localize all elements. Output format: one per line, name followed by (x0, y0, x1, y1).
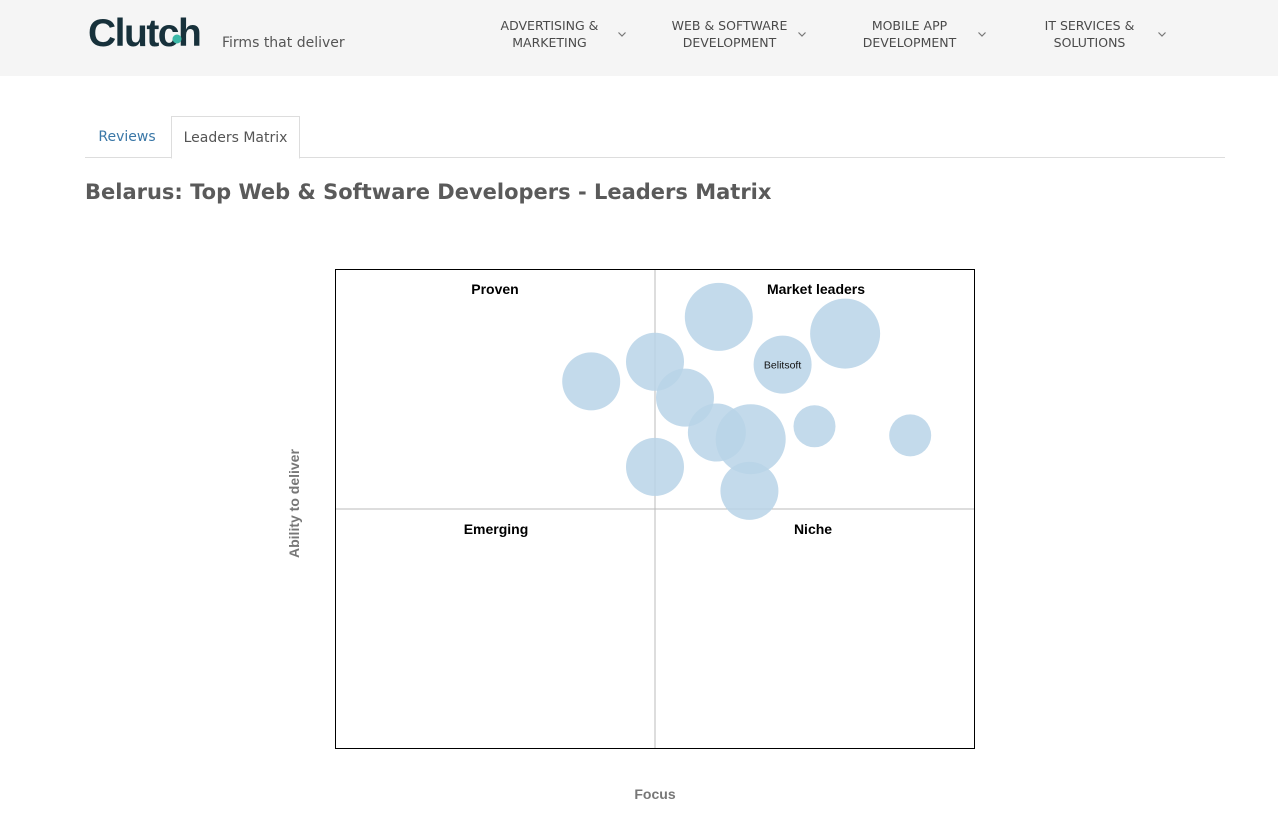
chevron-down-icon (978, 32, 986, 37)
nav-it-services-solutions[interactable]: IT SERVICES & SOLUTIONS (1027, 16, 1168, 52)
site-header: Clutch Firms that deliver ADVERTISING & M… (0, 0, 1278, 76)
page-title: Belarus: Top Web & Software Developers -… (85, 180, 772, 204)
company-bubble[interactable] (562, 352, 621, 411)
tab-reviews[interactable]: Reviews (85, 116, 169, 158)
leaders-matrix-chart: Proven Market leaders Emerging Niche Bel… (335, 269, 975, 749)
company-bubble[interactable] (810, 298, 881, 369)
matrix-plot: Proven Market leaders Emerging Niche Bel… (336, 270, 974, 748)
company-bubble[interactable] (889, 414, 932, 457)
clutch-logo[interactable]: Clutch Firms that deliver (88, 10, 345, 54)
tab-leaders-matrix[interactable]: Leaders Matrix (171, 116, 300, 159)
quadrant-label-proven: Proven (471, 281, 518, 297)
chevron-down-icon (1158, 32, 1166, 37)
nav-label: ADVERTISING & MARKETING (500, 18, 599, 50)
quadrant-label-niche: Niche (794, 521, 832, 537)
company-bubble[interactable] (720, 461, 779, 520)
bubble-layer: Belitsoft (562, 282, 932, 520)
company-bubble-label: Belitsoft (764, 360, 801, 372)
chevron-down-icon (798, 32, 806, 37)
y-axis-label: Ability to deliver (286, 449, 302, 558)
company-bubble[interactable] (793, 405, 836, 448)
nav-label: IT SERVICES & SOLUTIONS (1044, 18, 1135, 50)
nav-mobile-app-development[interactable]: MOBILE APP DEVELOPMENT (847, 16, 988, 52)
quadrant-label-market-leaders: Market leaders (767, 281, 865, 297)
nav-advertising-marketing[interactable]: ADVERTISING & MARKETING (487, 16, 628, 52)
quadrant-label-emerging: Emerging (464, 521, 529, 537)
logo-tagline: Firms that deliver (222, 35, 345, 51)
nav-web-software-development[interactable]: WEB & SOFTWARE DEVELOPMENT (667, 16, 808, 52)
company-bubble[interactable] (626, 437, 684, 496)
chevron-down-icon (618, 32, 626, 37)
nav-label: WEB & SOFTWARE DEVELOPMENT (671, 18, 788, 50)
profile-tabs: Reviews Leaders Matrix (85, 116, 1225, 159)
logo-wordmark: Clutch (88, 12, 200, 54)
company-bubble[interactable] (684, 282, 753, 351)
logo-accent-dot (172, 34, 182, 44)
clutch-logo-mark: Clutch (88, 12, 202, 54)
x-axis-label: Focus (634, 786, 676, 802)
nav-label: MOBILE APP DEVELOPMENT (862, 18, 957, 50)
